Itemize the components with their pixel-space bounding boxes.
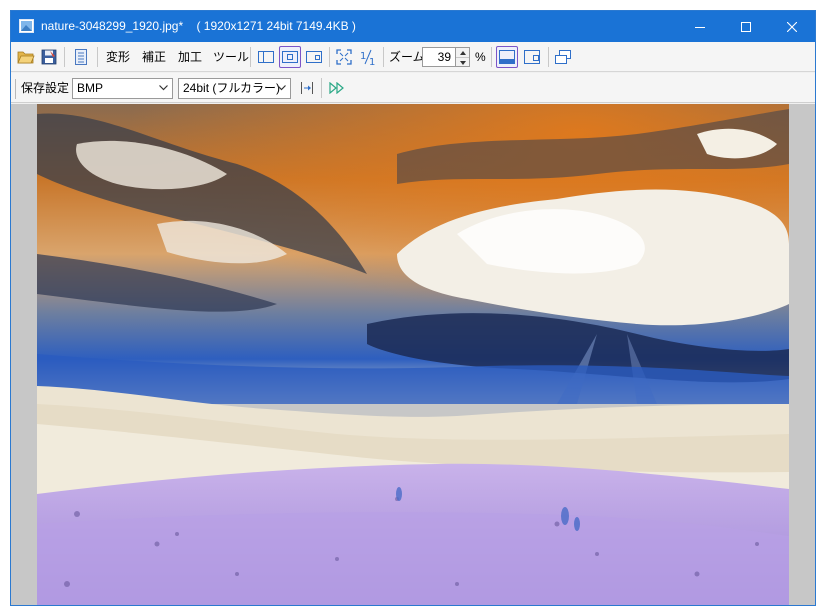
- toolbar-separator: [329, 47, 330, 67]
- view-left-button[interactable]: [255, 46, 277, 68]
- bit-depth-select[interactable]: 24bit (フルカラー): [178, 78, 291, 99]
- zoom-up-button[interactable]: [456, 48, 469, 57]
- minimize-icon: [695, 26, 705, 28]
- toolbar-separator: [548, 47, 549, 67]
- title-bar[interactable]: nature-3048299_1920.jpg* ( 1920x1271 24b…: [11, 11, 815, 42]
- zoom-spinner[interactable]: [456, 47, 470, 67]
- document-list-icon: [75, 49, 87, 65]
- chevron-down-icon: [159, 85, 168, 91]
- fast-forward-icon: [329, 82, 344, 94]
- window-side-icon: [524, 50, 540, 64]
- panel-left-icon: [258, 51, 274, 63]
- quick-save-button[interactable]: [326, 77, 348, 99]
- maximize-icon: [741, 21, 751, 32]
- properties-button[interactable]: [70, 46, 92, 68]
- app-window: nature-3048299_1920.jpg* ( 1920x1271 24b…: [10, 10, 816, 606]
- photo-inverted-landscape: [37, 104, 789, 605]
- toolbar-separator: [383, 47, 384, 67]
- svg-text:1: 1: [360, 51, 366, 62]
- view-right-button[interactable]: [303, 46, 325, 68]
- window-dock-icon: [499, 50, 515, 64]
- save-settings-label: 保存設定: [21, 81, 70, 95]
- save-button[interactable]: [38, 46, 60, 68]
- menu-transform[interactable]: 変形: [106, 42, 130, 72]
- panel-right-icon: [306, 51, 322, 63]
- open-button[interactable]: [15, 46, 37, 68]
- bit-depth-select-value: 24bit (フルカラー): [183, 81, 280, 95]
- menu-tools[interactable]: ツール: [213, 42, 249, 72]
- toolbar-separator: [250, 47, 251, 67]
- zoom-unit: %: [475, 50, 486, 64]
- chevron-down-icon: [277, 85, 286, 91]
- zoom-down-button[interactable]: [456, 57, 469, 67]
- fit-window-button[interactable]: [333, 46, 355, 68]
- save-options-button[interactable]: [296, 77, 318, 99]
- image-viewport[interactable]: [11, 104, 815, 605]
- menu-process[interactable]: 加工: [178, 42, 202, 72]
- panel-center-icon: [282, 51, 298, 63]
- grip-handle[interactable]: [15, 79, 16, 99]
- cascade-windows-icon: [555, 50, 571, 64]
- view-center-button[interactable]: [279, 46, 301, 68]
- one-to-one-icon: 1 1: [360, 49, 375, 65]
- spin-up-icon: [459, 50, 466, 55]
- toolbar-separator: [97, 47, 98, 67]
- dock-left-button[interactable]: [496, 46, 518, 68]
- save-settings-bar: 保存設定 BMP 24bit (フルカラー): [11, 73, 815, 103]
- app-image-icon: [19, 19, 34, 33]
- toolbar-separator: [64, 47, 65, 67]
- zoom-input[interactable]: 39: [422, 47, 456, 67]
- spin-down-icon: [459, 60, 466, 65]
- toolbar-separator: [321, 78, 322, 98]
- menu-correct[interactable]: 補正: [142, 42, 166, 72]
- main-toolbar: 変形 補正 加工 ツール 1 1 ズーム: 39 %: [11, 42, 815, 72]
- minimize-button[interactable]: [677, 11, 723, 42]
- close-icon: [787, 21, 797, 32]
- svg-text:1: 1: [369, 57, 375, 65]
- format-select[interactable]: BMP: [72, 78, 173, 99]
- dock-right-button[interactable]: [521, 46, 543, 68]
- options-bracket-icon: [301, 82, 313, 94]
- actual-size-button[interactable]: 1 1: [357, 46, 379, 68]
- open-folder-icon: [17, 51, 35, 64]
- maximize-button[interactable]: [723, 11, 769, 42]
- fit-expand-icon: [336, 49, 352, 65]
- save-disk-icon: [41, 49, 57, 65]
- window-title: nature-3048299_1920.jpg* ( 1920x1271 24b…: [41, 11, 356, 42]
- toolbar-separator: [491, 47, 492, 67]
- image-canvas[interactable]: [37, 104, 789, 605]
- new-window-button[interactable]: [552, 46, 574, 68]
- close-button[interactable]: [769, 11, 815, 42]
- window-title-filename: nature-3048299_1920.jpg*: [41, 19, 184, 33]
- window-title-meta: ( 1920x1271 24bit 7149.4KB ): [196, 19, 356, 33]
- format-select-value: BMP: [77, 81, 104, 95]
